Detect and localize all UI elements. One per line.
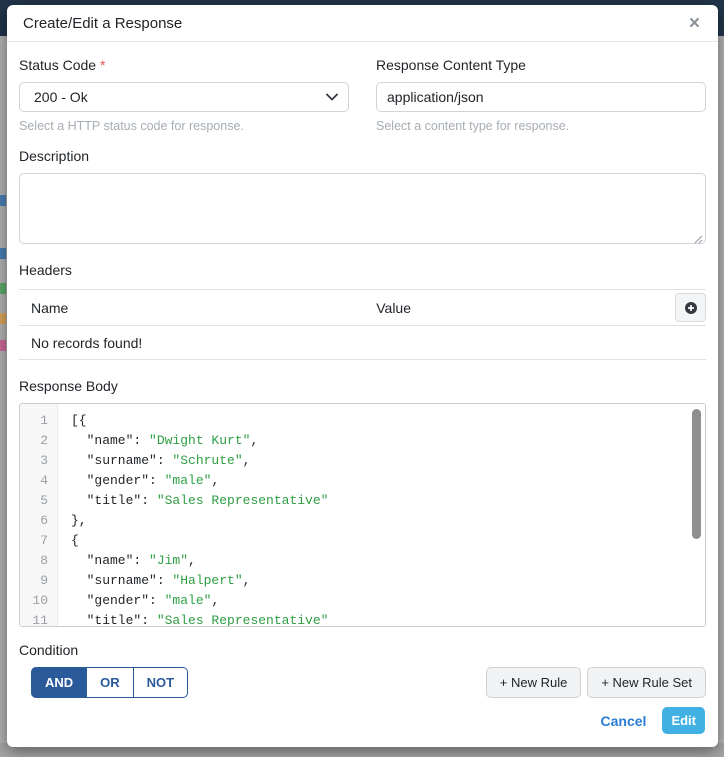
condition-operator-and[interactable]: AND (31, 667, 87, 698)
editor-code: [{ "name": "Dwight Kurt", "surname": "Sc… (58, 404, 705, 626)
code-line: "surname": "Schrute", (71, 451, 705, 471)
condition-label: Condition (19, 642, 706, 658)
editor-line-numbers: 1234567891011 (20, 404, 58, 626)
backdrop-artifact (0, 283, 6, 294)
line-number: 1 (20, 411, 48, 431)
code-line: { (71, 531, 705, 551)
status-code-value: 200 - Ok (34, 89, 88, 105)
backdrop-page-edge (718, 36, 724, 757)
headers-col-name: Name (19, 300, 376, 316)
headers-col-value: Value (376, 300, 675, 316)
line-number: 3 (20, 451, 48, 471)
status-code-label: Status Code * (19, 57, 349, 73)
cancel-button[interactable]: Cancel (601, 713, 647, 729)
line-number: 6 (20, 511, 48, 531)
code-line: "title": "Sales Representative" (71, 491, 705, 511)
modal-body: Status Code * 200 - Ok Select a HTTP sta… (7, 42, 718, 707)
line-number: 7 (20, 531, 48, 551)
backdrop-artifact (0, 313, 6, 324)
modal-title: Create/Edit a Response (23, 15, 182, 32)
chevron-down-icon (326, 93, 338, 101)
line-number: 10 (20, 591, 48, 611)
backdrop-artifact (0, 195, 6, 206)
line-number: 5 (20, 491, 48, 511)
headers-label: Headers (19, 262, 706, 278)
code-line: "title": "Sales Representative" (71, 611, 705, 627)
code-line: "name": "Dwight Kurt", (71, 431, 705, 451)
description-textarea[interactable] (19, 173, 706, 244)
headers-table: Name Value No records found! (19, 289, 706, 360)
condition-operator-not[interactable]: NOT (133, 667, 188, 698)
backdrop-artifact (0, 340, 6, 351)
condition-operator-group: ANDORNOT (31, 667, 188, 698)
line-number: 4 (20, 471, 48, 491)
code-line: "gender": "male", (71, 591, 705, 611)
close-icon[interactable]: × (687, 14, 702, 33)
line-number: 2 (20, 431, 48, 451)
line-number: 8 (20, 551, 48, 571)
headers-table-header: Name Value (19, 289, 706, 326)
description-label: Description (19, 148, 706, 164)
edit-button[interactable]: Edit (662, 707, 705, 734)
headers-empty-row: No records found! (19, 326, 706, 360)
create-edit-response-modal: Create/Edit a Response × Status Code * 2… (7, 5, 718, 747)
status-code-select[interactable]: 200 - Ok (19, 82, 349, 112)
new-rule-set-button[interactable]: + New Rule Set (587, 667, 706, 698)
status-code-helper: Select a HTTP status code for response. (19, 119, 349, 133)
backdrop-artifact (0, 248, 6, 259)
content-type-helper: Select a content type for response. (376, 119, 706, 133)
line-number: 11 (20, 611, 48, 627)
code-line: "surname": "Halpert", (71, 571, 705, 591)
condition-builder: ANDORNOT + New Rule + New Rule Set (19, 667, 706, 698)
content-type-label: Response Content Type (376, 57, 706, 73)
code-line: "name": "Jim", (71, 551, 705, 571)
line-number: 9 (20, 571, 48, 591)
code-line: "gender": "male", (71, 471, 705, 491)
editor-scrollbar-thumb[interactable] (692, 409, 701, 539)
code-line: [{ (71, 411, 705, 431)
new-rule-button[interactable]: + New Rule (486, 667, 582, 698)
status-code-label-text: Status Code (19, 57, 96, 73)
required-asterisk: * (100, 57, 105, 73)
modal-header: Create/Edit a Response × (7, 5, 718, 42)
add-header-button[interactable] (675, 293, 706, 322)
condition-operator-or[interactable]: OR (86, 667, 134, 698)
modal-footer: Cancel Edit (7, 707, 718, 747)
response-body-editor[interactable]: 1234567891011 [{ "name": "Dwight Kurt", … (19, 403, 706, 627)
plus-circle-icon (684, 301, 698, 315)
content-type-input[interactable] (376, 82, 706, 112)
response-body-label: Response Body (19, 378, 706, 394)
code-line: }, (71, 511, 705, 531)
